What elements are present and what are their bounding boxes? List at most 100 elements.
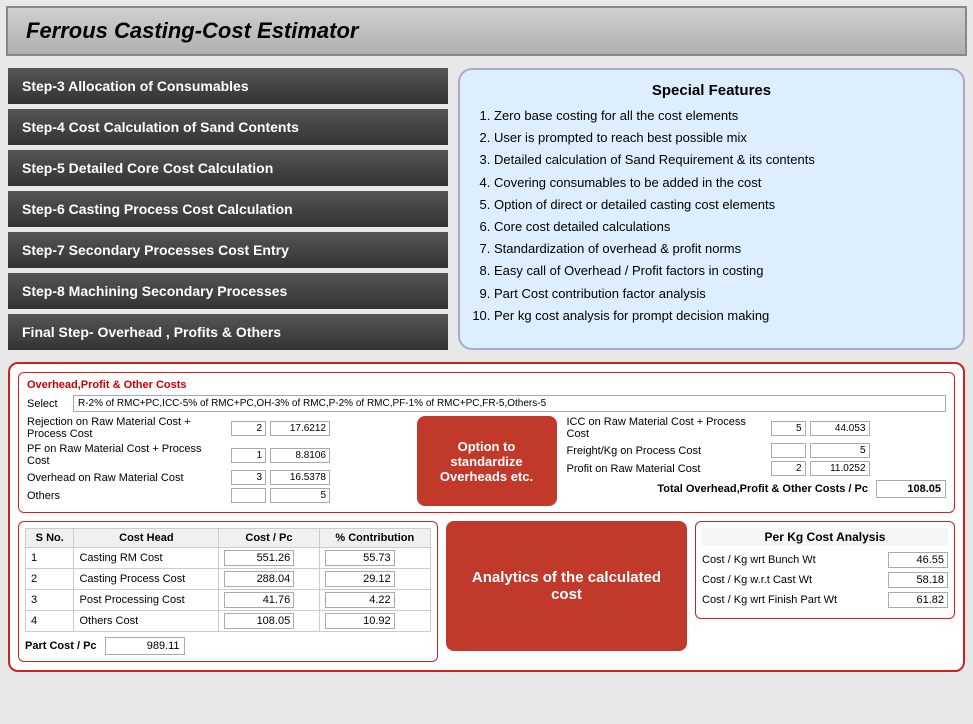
oh-right-label-1: ICC on Raw Material Cost + Process Cost <box>567 416 767 440</box>
analytics-box: Analytics of the calculated cost <box>446 521 687 651</box>
perkg-input-2[interactable] <box>888 572 948 588</box>
step5-button[interactable]: Step-5 Detailed Core Cost Calculation <box>8 150 448 186</box>
oh-right-val2-2[interactable] <box>810 443 870 458</box>
perkg-title: Per Kg Cost Analysis <box>702 528 948 546</box>
bottom-section: Overhead,Profit & Other Costs Select Rej… <box>8 362 965 672</box>
select-label: Select <box>27 398 67 410</box>
part-cost-row: Part Cost / Pc <box>25 637 431 655</box>
cost-input-3[interactable] <box>224 592 294 608</box>
oh-label-2: PF on Raw Material Cost + Process Cost <box>27 443 227 467</box>
cell-head: Casting RM Cost <box>74 548 219 569</box>
perkg-row-1: Cost / Kg wrt Bunch Wt <box>702 552 948 568</box>
cell-sno: 4 <box>26 611 74 632</box>
oh-label-1: Rejection on Raw Material Cost + Process… <box>27 416 227 440</box>
perkg-input-1[interactable] <box>888 552 948 568</box>
overhead-right-row-1: ICC on Raw Material Cost + Process Cost <box>567 416 947 440</box>
perkg-input-3[interactable] <box>888 592 948 608</box>
overhead-select[interactable] <box>73 395 946 412</box>
features-box: Special Features Zero base costing for a… <box>458 68 965 350</box>
perkg-label-2: Cost / Kg w.r.t Cast Wt <box>702 574 882 586</box>
oh-val2-2[interactable] <box>270 448 330 463</box>
features-title: Special Features <box>476 82 947 99</box>
select-row: Select <box>27 395 946 412</box>
bottom-middle: S No. Cost Head Cost / Pc % Contribution… <box>18 521 955 662</box>
oh-val1-4[interactable] <box>231 488 266 503</box>
oh-right-val2-1[interactable] <box>810 421 870 436</box>
col-pct: % Contribution <box>319 529 430 548</box>
oh-val2-3[interactable] <box>270 470 330 485</box>
cell-cost <box>219 548 319 569</box>
app-title: Ferrous Casting-Cost Estimator <box>26 18 359 43</box>
feature-item: Core cost detailed calculations <box>494 218 947 236</box>
cell-cost <box>219 590 319 611</box>
cell-head: Others Cost <box>74 611 219 632</box>
feature-item: Zero base costing for all the cost eleme… <box>494 107 947 125</box>
oh-right-val1-2[interactable] <box>771 443 806 458</box>
cell-pct <box>319 611 430 632</box>
oh-right-val1-1[interactable] <box>771 421 806 436</box>
col-cost: Cost / Pc <box>219 529 319 548</box>
final-step-button[interactable]: Final Step- Overhead , Profits & Others <box>8 314 448 350</box>
oh-right-val2-3[interactable] <box>810 461 870 476</box>
perkg-panel: Per Kg Cost Analysis Cost / Kg wrt Bunch… <box>695 521 955 619</box>
cost-input-1[interactable] <box>224 550 294 566</box>
overhead-left: Rejection on Raw Material Cost + Process… <box>27 416 407 506</box>
pct-input-2[interactable] <box>325 571 395 587</box>
cost-input-2[interactable] <box>224 571 294 587</box>
oh-val2-1[interactable] <box>270 421 330 436</box>
overhead-title: Overhead,Profit & Other Costs <box>27 379 946 391</box>
oh-val2-4[interactable] <box>270 488 330 503</box>
feature-item: Detailed calculation of Sand Requirement… <box>494 151 947 169</box>
cell-pct <box>319 590 430 611</box>
part-cost-label: Part Cost / Pc <box>25 640 97 652</box>
table-row: 2 Casting Process Cost <box>26 569 431 590</box>
oh-right-label-2: Freight/Kg on Process Cost <box>567 445 767 457</box>
col-head: Cost Head <box>74 529 219 548</box>
oh-val1-3[interactable] <box>231 470 266 485</box>
pct-input-3[interactable] <box>325 592 395 608</box>
feature-item: Standardization of overhead & profit nor… <box>494 240 947 258</box>
cost-table-panel: S No. Cost Head Cost / Pc % Contribution… <box>18 521 438 662</box>
features-list: Zero base costing for all the cost eleme… <box>476 107 947 325</box>
overhead-detail: Rejection on Raw Material Cost + Process… <box>27 416 946 506</box>
cost-input-4[interactable] <box>224 613 294 629</box>
total-overhead-row: Total Overhead,Profit & Other Costs / Pc <box>567 480 947 498</box>
overhead-row-3: Overhead on Raw Material Cost <box>27 470 407 485</box>
col-sno: S No. <box>26 529 74 548</box>
part-cost-input[interactable] <box>105 637 185 655</box>
total-overhead-label: Total Overhead,Profit & Other Costs / Pc <box>657 483 868 495</box>
overhead-row-2: PF on Raw Material Cost + Process Cost <box>27 443 407 467</box>
cell-cost <box>219 611 319 632</box>
step7-button[interactable]: Step-7 Secondary Processes Cost Entry <box>8 232 448 268</box>
cell-pct <box>319 548 430 569</box>
step8-button[interactable]: Step-8 Machining Secondary Processes <box>8 273 448 309</box>
steps-column: Step-3 Allocation of Consumables Step-4 … <box>8 68 448 350</box>
overhead-row-4: Others <box>27 488 407 503</box>
main-top-section: Step-3 Allocation of Consumables Step-4 … <box>0 62 973 356</box>
pct-input-1[interactable] <box>325 550 395 566</box>
cell-sno: 1 <box>26 548 74 569</box>
cell-cost <box>219 569 319 590</box>
oh-right-val1-3[interactable] <box>771 461 806 476</box>
total-overhead-input[interactable] <box>876 480 946 498</box>
overhead-panel: Overhead,Profit & Other Costs Select Rej… <box>18 372 955 513</box>
perkg-row-2: Cost / Kg w.r.t Cast Wt <box>702 572 948 588</box>
table-row: 3 Post Processing Cost <box>26 590 431 611</box>
cell-head: Post Processing Cost <box>74 590 219 611</box>
feature-item: User is prompted to reach best possible … <box>494 129 947 147</box>
step3-button[interactable]: Step-3 Allocation of Consumables <box>8 68 448 104</box>
cell-head: Casting Process Cost <box>74 569 219 590</box>
oh-label-3: Overhead on Raw Material Cost <box>27 472 227 484</box>
perkg-row-3: Cost / Kg wrt Finish Part Wt <box>702 592 948 608</box>
feature-item: Per kg cost analysis for prompt decision… <box>494 307 947 325</box>
cell-sno: 2 <box>26 569 74 590</box>
overhead-right: ICC on Raw Material Cost + Process Cost … <box>567 416 947 506</box>
pct-input-4[interactable] <box>325 613 395 629</box>
step6-button[interactable]: Step-6 Casting Process Cost Calculation <box>8 191 448 227</box>
step4-button[interactable]: Step-4 Cost Calculation of Sand Contents <box>8 109 448 145</box>
oh-val1-1[interactable] <box>231 421 266 436</box>
oh-val1-2[interactable] <box>231 448 266 463</box>
table-row: 1 Casting RM Cost <box>26 548 431 569</box>
header-bar: Ferrous Casting-Cost Estimator <box>6 6 967 56</box>
overhead-row-1: Rejection on Raw Material Cost + Process… <box>27 416 407 440</box>
